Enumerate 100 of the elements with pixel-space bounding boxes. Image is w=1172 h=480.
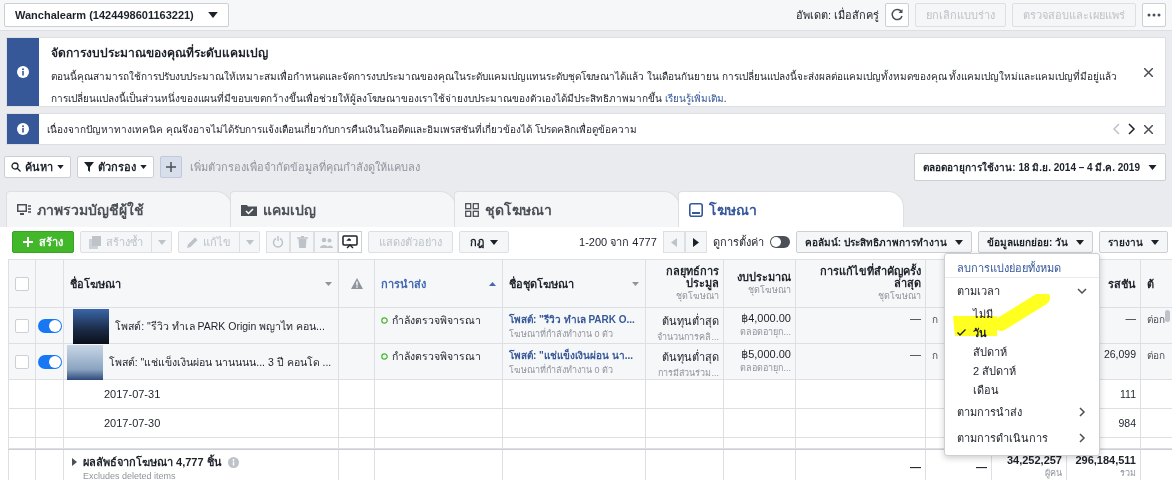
total-unit: รวม xyxy=(1120,467,1136,480)
add-filter-button[interactable] xyxy=(160,156,182,178)
table-subvalue: การมีส่วนร่วม... xyxy=(658,367,719,380)
view-setup-toggle[interactable] xyxy=(769,236,790,248)
notice-title: จัดการงบประมาณของคุณที่ระดับแคมเปญ xyxy=(51,43,269,62)
notice-text[interactable]: เนื่องจากปัญหาทางเทคนิค คุณจึงอาจไม่ได้รับการแจ้งเตือนเกี่ยวกับการคืนเงินในอดีตและอิมเพรสชันที่เกี่ยวข้องได้ โปรดคลิกเพื่อดูข้อความ xyxy=(47,121,1104,137)
filter-icon xyxy=(84,162,94,172)
menu-group[interactable]: ตามเวลา xyxy=(945,278,1099,304)
filter-button[interactable]: ตัวกรอง xyxy=(77,156,154,178)
notice-text: การเปลี่ยนแปลงนี้เป็นส่วนหนึ่งของแผนที่มีขอบเขตกว้างขึ้นเพื่อช่วยให้ผู้ลงโฆษณาของเราใช้จ่ายงบประมาณของตัวเองได้มีประสิทธิภาพมากขึ้น เรียนรู้เพิ่มเติม. xyxy=(51,91,728,106)
table-value: — xyxy=(910,312,921,324)
column-header[interactable]: ชื่อโฆษณา xyxy=(70,274,121,293)
date-range-button[interactable]: ตลอดอายุการใช้งาน: 18 มิ.ย. 2014 – 4 มี.ค. 2019 xyxy=(914,153,1166,181)
preview-icon-button[interactable] xyxy=(338,231,362,253)
ad-square-icon xyxy=(689,202,703,217)
caret-icon xyxy=(954,239,963,245)
column-subheader: ชุดโฆษณา xyxy=(748,283,791,297)
pencil-icon xyxy=(187,236,198,248)
tab[interactable]: แคมเปญ xyxy=(230,191,456,227)
total-value: — xyxy=(976,461,987,473)
row-checkbox[interactable] xyxy=(15,355,29,369)
menu-option[interactable]: วัน xyxy=(945,323,1099,342)
menu-option[interactable]: เดือน xyxy=(945,380,1099,399)
total-unit: ผู้คน xyxy=(1045,467,1062,480)
caret-icon xyxy=(57,165,64,169)
ad-set-link[interactable]: โพสต์: "แช่แข็งเงินผ่อน นา... xyxy=(509,348,633,363)
ad-set-note: โฆษณาที่กำลังทำงาน 0 ตัว xyxy=(509,327,613,341)
sort-caret-icon[interactable] xyxy=(632,281,639,286)
status-ring-icon xyxy=(381,353,388,360)
table-value: 984 xyxy=(1118,417,1136,429)
learn-more-link[interactable]: เรียนรู้เพิ่มเติม xyxy=(664,93,724,104)
clear-breakdowns-link[interactable]: ลบการแบ่งย่อยทั้งหมด xyxy=(945,258,1099,278)
more-icon xyxy=(1147,13,1161,17)
photo-placeholder xyxy=(73,308,110,344)
breakdown-dropdown[interactable]: ข้อมูลแยกย่อย: วัน xyxy=(977,231,1093,253)
reports-dropdown[interactable]: รายงาน xyxy=(1099,231,1168,253)
column-header[interactable]: กลยุทธ์การประมูล xyxy=(652,264,719,289)
next-icon[interactable] xyxy=(1128,123,1136,135)
expand-arrow-icon[interactable] xyxy=(72,458,77,466)
column-header[interactable]: ชื่อชุดโฆษณา xyxy=(509,274,574,293)
menu-option[interactable]: 2 สัปดาห์ xyxy=(945,361,1099,380)
column-header[interactable]: การนำส่ง xyxy=(381,274,426,293)
info-icon[interactable] xyxy=(227,456,239,468)
table-value: ต่อก xyxy=(1147,313,1165,327)
power-icon xyxy=(272,236,284,248)
chevron-right-icon xyxy=(1077,407,1087,417)
trash-icon xyxy=(296,236,308,248)
close-icon[interactable] xyxy=(1144,67,1153,77)
total-value: 296,184,511 xyxy=(1075,454,1136,466)
search-icon xyxy=(11,162,21,172)
results-summary: ผลลัพธ์จากโฆษณา 4,777 ชิ้น xyxy=(83,453,222,470)
delivery-status: กำลังตรวจพิจารณา xyxy=(392,349,481,364)
menu-group[interactable]: ตามการนำส่ง xyxy=(945,399,1099,425)
row-checkbox[interactable] xyxy=(15,319,29,333)
column-header[interactable]: รสชัน xyxy=(1108,277,1136,290)
more-button[interactable] xyxy=(1142,3,1166,27)
column-subheader: ชุดโฆษณา xyxy=(676,289,719,303)
select-all-checkbox[interactable] xyxy=(15,276,29,291)
filter-input[interactable]: เพิ่มตัวกรองเพื่อจำกัดข้อมูลที่คุณกำลังดูให้แคบลง xyxy=(188,160,909,174)
rules-button[interactable]: กฎ xyxy=(459,231,509,253)
caret-icon xyxy=(245,239,254,245)
chevron-right-icon xyxy=(1077,433,1087,443)
menu-option[interactable]: สัปดาห์ xyxy=(945,342,1099,361)
ad-toggle[interactable] xyxy=(37,319,62,333)
close-icon[interactable] xyxy=(1144,124,1153,134)
ad-name[interactable]: โพสต์: "แช่แข็งเงินผ่อน นานนนน... 3 ปี คอนโด ... xyxy=(108,353,332,371)
column-header[interactable]: การแก้ไขที่สำคัญครั้งล่าสุด xyxy=(802,264,921,289)
search-button[interactable]: ค้นหา xyxy=(4,156,71,178)
people-icon xyxy=(319,236,333,248)
copy-icon xyxy=(89,235,101,249)
menu-group[interactable]: ตามการดำเนินการ xyxy=(945,425,1099,451)
info-icon xyxy=(17,123,29,135)
preview-icon xyxy=(342,235,358,249)
plus-icon xyxy=(166,162,176,172)
previous-icon xyxy=(670,237,677,247)
tab[interactable]: โฆษณา xyxy=(678,191,904,227)
grid-icon xyxy=(465,202,479,217)
ad-set-link[interactable]: โพสต์: "รีวิว ทำเล PARK O... xyxy=(509,312,635,327)
account-selector[interactable]: Wanchalearm (1424498601163221) xyxy=(4,3,229,27)
refresh-button[interactable] xyxy=(885,3,909,27)
tab[interactable]: ชุดโฆษณา xyxy=(454,191,680,227)
columns-dropdown[interactable]: คอลัมน์: ประสิทธิภาพการทำงาน xyxy=(795,231,972,253)
column-header[interactable]: งบประมาณ xyxy=(737,270,791,283)
summary-note: Excludes deleted items xyxy=(82,471,176,480)
ad-name[interactable]: โพสต์: "รีวิว ทำเล PARK Origin พญาไท คอน... xyxy=(115,317,325,335)
next-page-button[interactable] xyxy=(684,231,707,253)
next-icon xyxy=(692,237,699,247)
previous-icon[interactable] xyxy=(1112,123,1120,135)
sort-caret-icon[interactable] xyxy=(325,281,332,286)
total-value: 34,252,257 xyxy=(1006,454,1062,466)
caret-icon xyxy=(157,239,166,245)
scrollbar-thumb[interactable] xyxy=(1165,310,1170,322)
breakdown-date: 2017-07-31 xyxy=(103,388,161,400)
total-value: — xyxy=(910,461,921,473)
status-ring-icon xyxy=(381,317,388,324)
ad-toggle[interactable] xyxy=(37,355,62,369)
caret-icon xyxy=(207,12,218,18)
tab[interactable]: ภาพรวมบัญชีผู้ใช้ xyxy=(6,191,232,227)
column-header[interactable]: ต้ xyxy=(1147,274,1154,293)
sort-ascending-icon[interactable] xyxy=(489,281,496,286)
